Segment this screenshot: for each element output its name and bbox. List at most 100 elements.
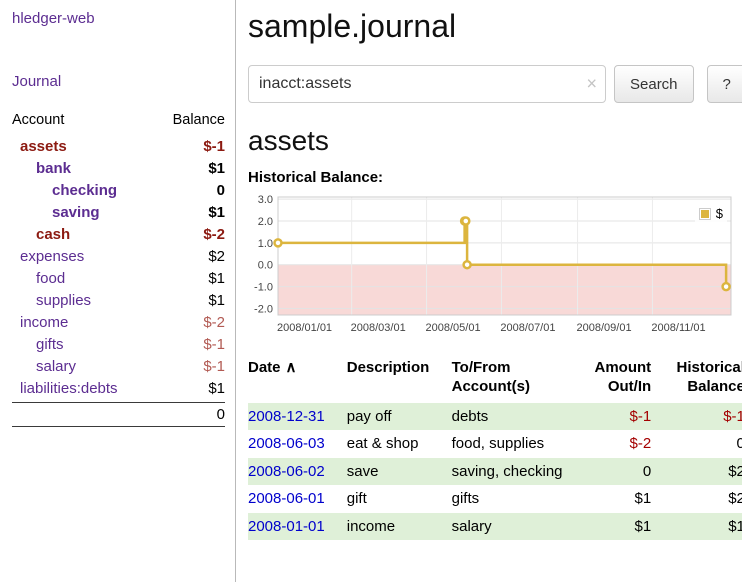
account-row: saving $1 [12, 201, 225, 223]
register-row: 2008-06-02 save saving, checking 0 $2 [248, 458, 742, 486]
account-row: salary $-1 [12, 355, 225, 377]
account-balance: $2 [208, 248, 225, 265]
accounts-header: Account Balance [12, 108, 225, 135]
balance-cell: $2 [653, 485, 742, 513]
register-row: 2008-06-03 eat & shop food, supplies $-2… [248, 430, 742, 458]
register-header-row: Date∧ Description To/From Account(s) Amo… [248, 356, 742, 403]
svg-text:-1.0: -1.0 [254, 282, 273, 294]
account-link-supplies[interactable]: supplies [36, 292, 91, 309]
balance-cell: $2 [653, 458, 742, 486]
account-balance: $-2 [203, 314, 225, 331]
sidebar: hledger-web Journal Account Balance asse… [0, 0, 236, 582]
account-balance: $-1 [203, 358, 225, 375]
svg-text:2008/09/01: 2008/09/01 [577, 322, 632, 334]
account-heading: assets [248, 125, 742, 157]
svg-text:2008/03/01: 2008/03/01 [351, 322, 406, 334]
balance-cell: $-1 [653, 403, 742, 431]
account-link-food[interactable]: food [36, 270, 65, 287]
balance-cell: $1 [653, 513, 742, 541]
legend-label: $ [716, 206, 723, 221]
account-link-cash[interactable]: cash [36, 226, 70, 243]
svg-text:2008/11/01: 2008/11/01 [651, 322, 705, 334]
account-link-income[interactable]: income [20, 314, 68, 331]
register-row: 2008-12-31 pay off debts $-1 $-1 [248, 403, 742, 431]
description-column-header: Description [347, 356, 452, 403]
accounts-column-header: To/From Account(s) [452, 356, 572, 403]
svg-text:1.0: 1.0 [258, 238, 273, 250]
accounts-cell: gifts [452, 485, 572, 513]
account-row: expenses $2 [12, 245, 225, 267]
amount-cell: $-1 [572, 403, 653, 431]
app-title-link[interactable]: hledger-web [12, 10, 225, 27]
description-cell: eat & shop [347, 430, 452, 458]
amount-cell: $-2 [572, 430, 653, 458]
balance-column-header: Historical Balance [653, 356, 742, 403]
account-row: cash $-2 [12, 223, 225, 245]
chart-section-label: Historical Balance: [248, 169, 742, 186]
accounts-cell: debts [452, 403, 572, 431]
account-balance: $-2 [203, 226, 225, 243]
register-row: 2008-01-01 income salary $1 $1 [248, 513, 742, 541]
amount-cell: $1 [572, 513, 653, 541]
balance-chart: 3.02.01.00.0-1.0-2.02008/01/012008/03/01… [248, 192, 735, 344]
clear-search-icon[interactable]: × [586, 75, 597, 93]
date-column-header[interactable]: Date∧ [248, 356, 347, 403]
svg-text:-2.0: -2.0 [254, 303, 273, 315]
account-balance: $-1 [203, 336, 225, 353]
journal-link[interactable]: Journal [12, 73, 225, 90]
accounts-panel: Account Balance assets $-1 bank $1 check… [12, 108, 225, 427]
account-link-saving[interactable]: saving [52, 204, 100, 221]
account-row: food $1 [12, 267, 225, 289]
account-link-salary[interactable]: salary [36, 358, 76, 375]
amount-cell: $1 [572, 485, 653, 513]
description-cell: pay off [347, 403, 452, 431]
account-balance: 0 [217, 182, 225, 199]
account-link-gifts[interactable]: gifts [36, 336, 64, 353]
date-link[interactable]: 2008-06-03 [248, 435, 325, 452]
register-row: 2008-06-01 gift gifts $1 $2 [248, 485, 742, 513]
accounts-cell: salary [452, 513, 572, 541]
app-window: hledger-web Journal Account Balance asse… [0, 0, 742, 582]
account-balance: $1 [208, 204, 225, 221]
amount-cell: 0 [572, 458, 653, 486]
main-content: sample.journal × Search ? assets Histori… [236, 0, 742, 582]
search-bar: × Search ? [248, 65, 742, 103]
account-row: assets $-1 [12, 135, 225, 157]
accounts-cell: food, supplies [452, 430, 572, 458]
search-input-wrap: × [248, 65, 606, 103]
description-cell: income [347, 513, 452, 541]
svg-text:2008/07/01: 2008/07/01 [500, 322, 555, 334]
accounts-cell: saving, checking [452, 458, 572, 486]
account-link-liabilities-debts[interactable]: liabilities:debts [20, 380, 118, 397]
series-swatch-icon [699, 208, 711, 220]
account-balance: $1 [208, 380, 225, 397]
help-button[interactable]: ? [707, 65, 742, 103]
account-row: gifts $-1 [12, 333, 225, 355]
date-link[interactable]: 2008-01-01 [248, 518, 325, 535]
description-cell: gift [347, 485, 452, 513]
accounts-total: 0 [12, 402, 225, 427]
sort-asc-icon: ∧ [286, 359, 297, 376]
description-cell: save [347, 458, 452, 486]
date-link[interactable]: 2008-06-01 [248, 490, 325, 507]
account-row: checking 0 [12, 179, 225, 201]
account-link-checking[interactable]: checking [52, 182, 117, 199]
account-balance: $1 [208, 270, 225, 287]
accounts-header-balance: Balance [173, 112, 225, 128]
date-link[interactable]: 2008-12-31 [248, 408, 325, 425]
account-balance: $1 [208, 160, 225, 177]
account-link-bank[interactable]: bank [36, 160, 71, 177]
account-link-expenses[interactable]: expenses [20, 248, 84, 265]
svg-text:2008/01/01: 2008/01/01 [277, 322, 332, 334]
search-input[interactable] [248, 65, 606, 103]
account-row: liabilities:debts $1 [12, 377, 225, 399]
search-button[interactable]: Search [614, 65, 694, 103]
account-link-assets[interactable]: assets [20, 138, 67, 155]
svg-text:2.0: 2.0 [258, 216, 273, 228]
date-link[interactable]: 2008-06-02 [248, 463, 325, 480]
account-row: bank $1 [12, 157, 225, 179]
account-row: supplies $1 [12, 289, 225, 311]
svg-text:2008/05/01: 2008/05/01 [426, 322, 481, 334]
chart-legend: $ [695, 205, 727, 222]
svg-text:0.0: 0.0 [258, 260, 273, 272]
